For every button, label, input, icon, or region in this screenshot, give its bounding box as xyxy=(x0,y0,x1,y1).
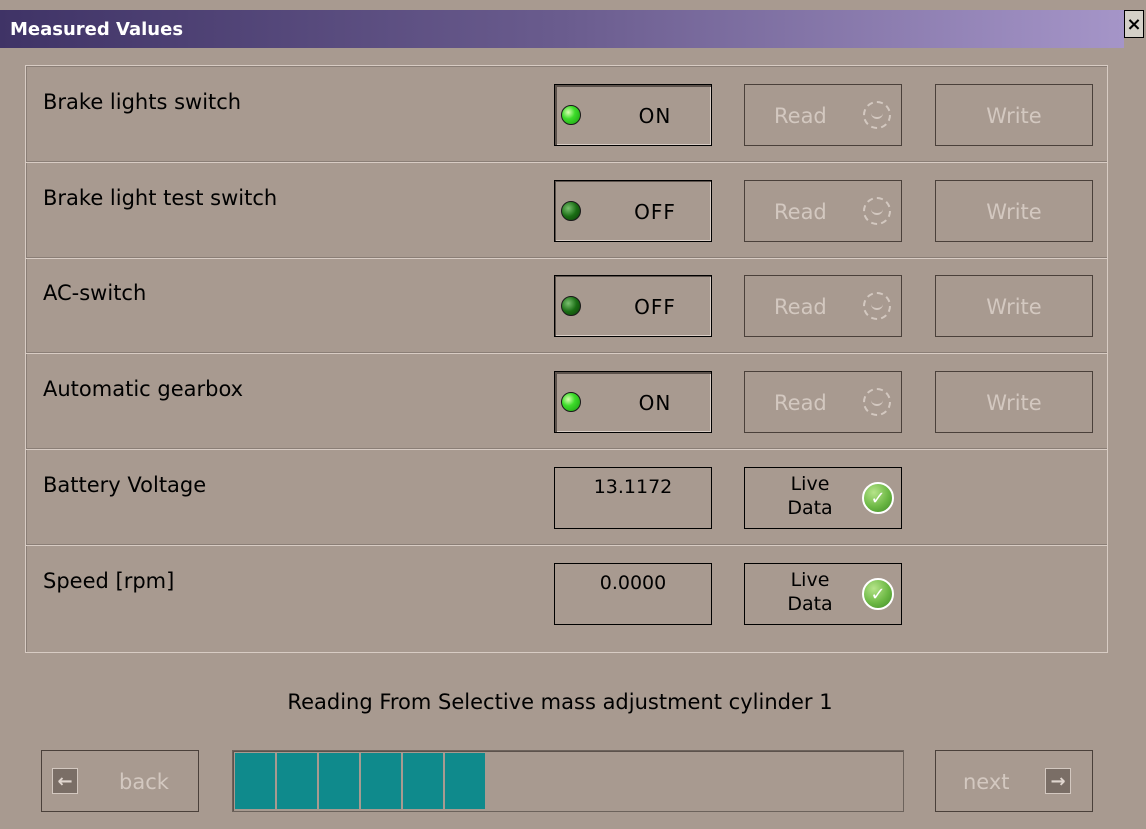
progress-bar xyxy=(232,750,904,812)
switch-row: Brake lights switch ON Read Write xyxy=(26,66,1107,162)
close-icon: × xyxy=(1126,13,1142,35)
value-text: 0.0000 xyxy=(599,572,667,594)
switch-row: Automatic gearbox ON Read Write xyxy=(26,353,1107,449)
led-off-icon xyxy=(561,296,581,316)
row-label: Battery Voltage xyxy=(43,473,207,497)
write-label: Write xyxy=(986,200,1042,224)
switch-row: AC-switch OFF Read Write xyxy=(26,257,1107,353)
state-indicator: ON xyxy=(554,84,712,146)
progress-segment xyxy=(445,753,487,809)
state-text: ON xyxy=(638,104,672,128)
live-data-button[interactable]: Live Data ✓ xyxy=(744,467,902,529)
write-button[interactable]: Write xyxy=(935,275,1093,337)
live-data-button[interactable]: Live Data ✓ xyxy=(744,563,902,625)
row-label: Speed [rpm] xyxy=(43,569,175,593)
value-display: 13.1172 xyxy=(554,467,712,529)
state-indicator: OFF xyxy=(554,180,712,242)
state-text: OFF xyxy=(634,200,676,224)
row-label: Brake light test switch xyxy=(43,186,278,210)
write-button[interactable]: Write xyxy=(935,84,1093,146)
live-data-label: Live Data xyxy=(787,569,833,615)
progress-segment xyxy=(235,753,277,809)
read-icon xyxy=(863,197,891,225)
arrow-left-icon: ← xyxy=(52,768,78,794)
read-label: Read xyxy=(774,391,827,415)
led-off-icon xyxy=(561,201,581,221)
arrow-right-icon: → xyxy=(1045,768,1071,794)
next-button[interactable]: next → xyxy=(935,750,1093,812)
progress-segment xyxy=(319,753,361,809)
value-row: Speed [rpm] 0.0000 Live Data ✓ xyxy=(26,545,1107,640)
live-data-label: Live Data xyxy=(787,473,833,519)
write-label: Write xyxy=(986,295,1042,319)
state-text: OFF xyxy=(634,295,676,319)
state-text: ON xyxy=(638,391,672,415)
read-button[interactable]: Read xyxy=(744,180,902,242)
state-indicator: ON xyxy=(554,371,712,433)
status-text: Reading From Selective mass adjustment c… xyxy=(287,690,833,714)
write-button[interactable]: Write xyxy=(935,371,1093,433)
back-label: back xyxy=(119,770,169,794)
progress-segment xyxy=(403,753,445,809)
state-indicator: OFF xyxy=(554,275,712,337)
value-text: 13.1172 xyxy=(593,476,673,498)
read-icon xyxy=(863,292,891,320)
led-on-icon xyxy=(561,105,581,125)
progress-segment xyxy=(277,753,319,809)
read-icon xyxy=(863,388,891,416)
row-label: Brake lights switch xyxy=(43,90,242,114)
led-on-icon xyxy=(561,392,581,412)
window-title: Measured Values xyxy=(10,19,184,40)
back-button[interactable]: ← back xyxy=(41,750,199,812)
close-button[interactable]: × xyxy=(1124,10,1144,38)
read-button[interactable]: Read xyxy=(744,371,902,433)
write-label: Write xyxy=(986,104,1042,128)
value-display: 0.0000 xyxy=(554,563,712,625)
write-label: Write xyxy=(986,391,1042,415)
read-label: Read xyxy=(774,200,827,224)
checkmark-icon: ✓ xyxy=(862,482,894,514)
read-button[interactable]: Read xyxy=(744,84,902,146)
write-button[interactable]: Write xyxy=(935,180,1093,242)
progress-segment xyxy=(361,753,403,809)
row-label: Automatic gearbox xyxy=(43,377,244,401)
read-label: Read xyxy=(774,295,827,319)
row-label: AC-switch xyxy=(43,281,147,305)
read-label: Read xyxy=(774,104,827,128)
read-button[interactable]: Read xyxy=(744,275,902,337)
next-label: next xyxy=(963,770,1010,794)
measured-values-panel: Brake lights switch ON Read Write Brake … xyxy=(25,65,1108,653)
checkmark-icon: ✓ xyxy=(862,578,894,610)
read-icon xyxy=(863,101,891,129)
switch-row: Brake light test switch OFF Read Write xyxy=(26,162,1107,258)
title-bar: Measured Values xyxy=(0,10,1124,48)
value-row: Battery Voltage 13.1172 Live Data ✓ xyxy=(26,449,1107,545)
progress-track xyxy=(235,753,901,809)
